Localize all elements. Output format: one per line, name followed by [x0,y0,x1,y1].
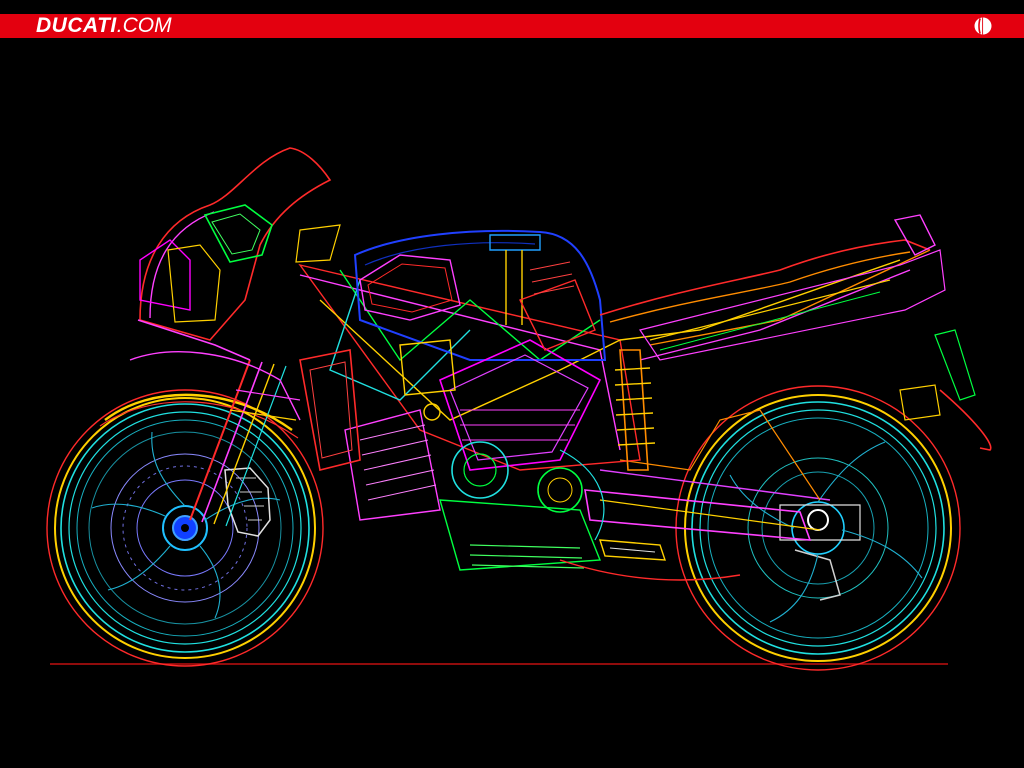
brand-name: DUCATI [36,14,117,37]
motorcycle-wireframe-illustration [0,38,1024,768]
brand-link[interactable]: DUCATI .COM [36,14,172,38]
header-bar: DUCATI .COM [0,14,1024,38]
wallpaper-page: DUCATI .COM [0,0,1024,768]
brand-domain: .COM [116,14,172,37]
ducati-logo-icon [974,17,992,35]
